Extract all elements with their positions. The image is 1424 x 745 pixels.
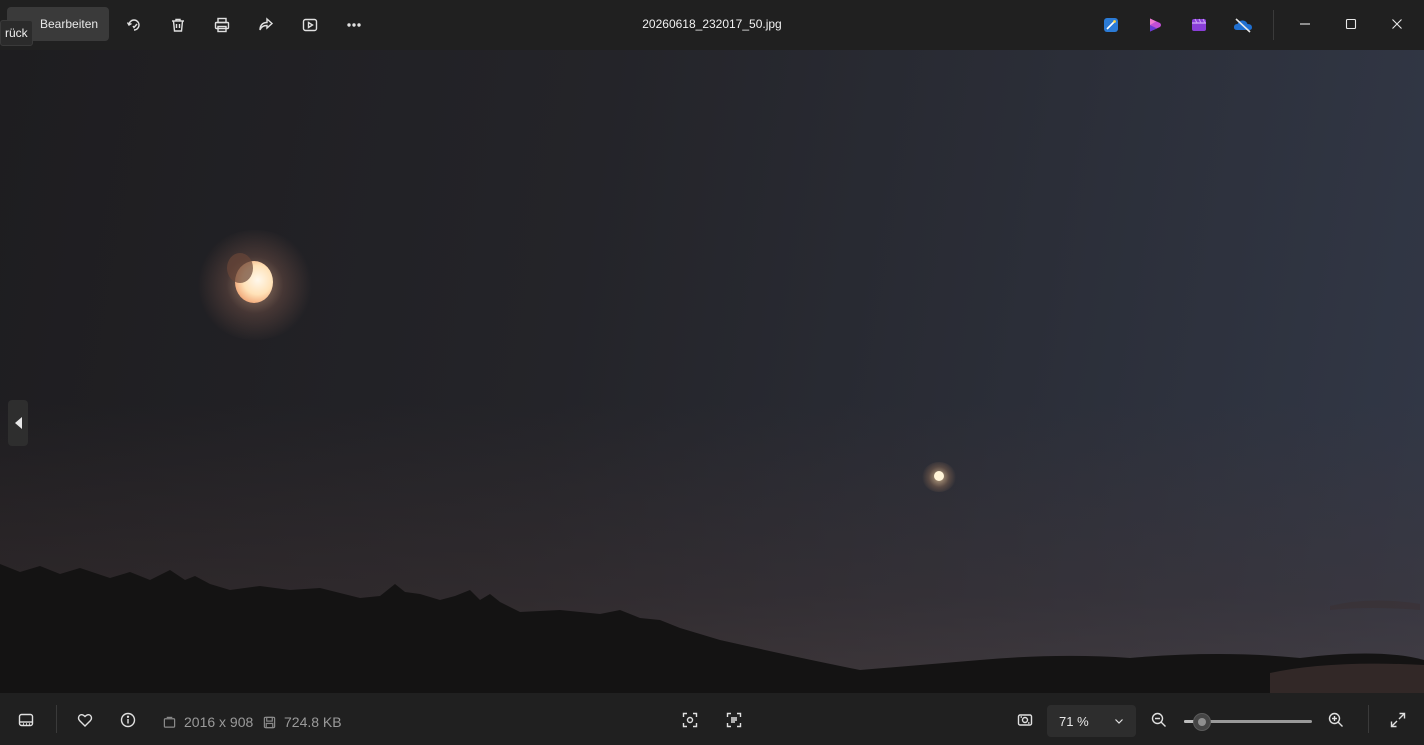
title-separator: [1273, 10, 1274, 40]
expand-icon: [1390, 712, 1406, 728]
moon-shadow: [227, 253, 253, 283]
zoom-slider-thumb[interactable]: [1192, 713, 1211, 731]
video-editor-button[interactable]: [1184, 11, 1214, 39]
designer-button[interactable]: [1096, 11, 1126, 39]
planet: [934, 471, 944, 481]
maximize-button[interactable]: [1328, 7, 1374, 41]
treeline-silhouette: [0, 564, 1424, 693]
onedrive-icon: [1233, 18, 1252, 33]
designer-icon: [1104, 18, 1118, 32]
zoom-in-button[interactable]: [1320, 705, 1352, 735]
bottom-separator-left: [56, 705, 57, 733]
bottom-separator-right: [1368, 705, 1369, 733]
clipchamp-button[interactable]: [1140, 11, 1170, 39]
heart-icon: [77, 714, 93, 727]
previous-image-button[interactable]: [8, 400, 28, 446]
back-tooltip: rück: [0, 20, 33, 46]
fullscreen-button[interactable]: [1382, 705, 1414, 735]
maximize-icon: [1345, 18, 1357, 30]
zoom-select[interactable]: 71 %: [1047, 705, 1136, 737]
filmstrip-button[interactable]: [10, 705, 42, 735]
image-dimensions: 2016 x 908: [163, 714, 253, 730]
info-button[interactable]: [112, 705, 144, 735]
dimensions-text: 2016 x 908: [184, 714, 254, 730]
title-bar: Bearbeiten rück 20260618_232017_50.jpg: [0, 0, 1424, 50]
zoom-in-icon: [1328, 712, 1343, 727]
photo-canvas[interactable]: [0, 50, 1424, 693]
chevron-left-icon: [15, 417, 22, 429]
minimize-icon: [1300, 23, 1310, 25]
save-icon: [263, 716, 276, 728]
window-controls: [1282, 7, 1420, 41]
file-size-text: 724.8 KB: [284, 714, 342, 730]
fit-screen-icon: [1017, 714, 1033, 726]
visual-search-button[interactable]: [674, 705, 706, 735]
close-icon: [1392, 19, 1402, 29]
onedrive-button[interactable]: [1228, 11, 1258, 39]
text-recognition-button[interactable]: [718, 705, 750, 735]
chevron-down-icon: [1115, 719, 1123, 724]
clipchamp-icon: [1150, 18, 1161, 32]
resolution-icon: [163, 716, 176, 728]
fit-to-window-button[interactable]: [1009, 705, 1041, 735]
favorite-button[interactable]: [69, 705, 101, 735]
text-scan-icon: [726, 712, 742, 728]
minimize-button[interactable]: [1282, 7, 1328, 41]
close-button[interactable]: [1374, 7, 1420, 41]
info-icon: [120, 712, 136, 728]
status-bar: 2016 x 908 724.8 KB 71 %: [0, 693, 1424, 745]
zoom-out-button[interactable]: [1143, 705, 1175, 735]
visual-search-icon: [682, 712, 698, 728]
video-editor-icon: [1192, 18, 1206, 31]
file-size: 724.8 KB: [263, 714, 342, 730]
zoom-slider[interactable]: [1184, 713, 1312, 731]
zoom-out-icon: [1151, 712, 1166, 727]
zoom-value: 71 %: [1059, 714, 1089, 729]
app-shortcuts: [1096, 11, 1258, 39]
filmstrip-icon: [18, 713, 34, 727]
